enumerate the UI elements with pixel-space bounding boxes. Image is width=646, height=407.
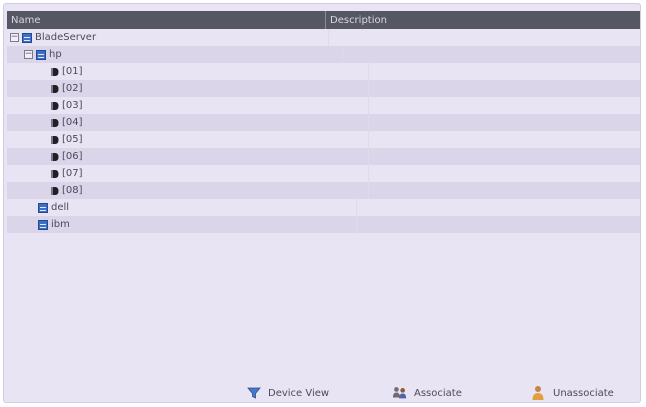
- tree-row[interactable]: ibm: [7, 216, 640, 233]
- collapse-toggle-icon[interactable]: −: [24, 50, 33, 59]
- collapse-toggle-icon[interactable]: −: [10, 33, 19, 42]
- tree-row[interactable]: [05]: [7, 131, 640, 148]
- blade-slot-icon: [50, 118, 59, 128]
- description-cell: [368, 80, 640, 97]
- tree-row[interactable]: [03]: [7, 97, 640, 114]
- blade-label: [01]: [62, 66, 83, 77]
- name-cell: ibm: [7, 219, 356, 230]
- tree-row[interactable]: [07]: [7, 165, 640, 182]
- blade-label: [03]: [62, 100, 83, 111]
- description-cell: [368, 97, 640, 114]
- description-cell: [328, 29, 640, 46]
- blade-label: [06]: [62, 151, 83, 162]
- tree-row[interactable]: dell: [7, 199, 640, 216]
- tree-row[interactable]: [02]: [7, 80, 640, 97]
- blade-slot-icon: [50, 135, 59, 145]
- server-group-icon: [38, 202, 48, 213]
- group-label: ibm: [51, 219, 70, 230]
- user-icon: [531, 385, 547, 401]
- server-group-icon: [22, 32, 32, 43]
- device-view-button[interactable]: Device View: [246, 383, 329, 403]
- description-cell: [368, 182, 640, 199]
- name-cell: − hp: [7, 49, 342, 60]
- name-cell: [03]: [7, 100, 368, 111]
- column-header-description[interactable]: Description: [325, 11, 640, 29]
- blade-label: [04]: [62, 117, 83, 128]
- description-cell: [342, 46, 640, 63]
- device-view-label: Device View: [268, 387, 330, 399]
- blade-label: [07]: [62, 168, 83, 179]
- tree-row[interactable]: − BladeServer: [7, 29, 640, 46]
- unassociate-label: Unassociate: [553, 387, 614, 399]
- name-cell: dell: [7, 202, 356, 213]
- column-header-name[interactable]: Name: [7, 15, 325, 26]
- device-tree-grid: Name Description − BladeServer − hp [01] [02]…: [7, 11, 640, 233]
- group-label: hp: [49, 49, 62, 60]
- action-toolbar: Device View Associate Unassociate: [0, 383, 646, 405]
- blade-slot-icon: [50, 186, 59, 196]
- blade-label: [05]: [62, 134, 83, 145]
- tree-row[interactable]: − hp: [7, 46, 640, 63]
- tree-row[interactable]: [08]: [7, 182, 640, 199]
- blade-label: [08]: [62, 185, 83, 196]
- tree-row[interactable]: [04]: [7, 114, 640, 131]
- group-label: dell: [51, 202, 70, 213]
- name-cell: [08]: [7, 185, 368, 196]
- description-cell: [368, 148, 640, 165]
- grid-body: − BladeServer − hp [01] [02] [03] [04] [05] [06][…: [7, 29, 640, 233]
- blade-slot-icon: [50, 101, 59, 111]
- unassociate-button[interactable]: Unassociate: [531, 383, 614, 403]
- name-cell: [02]: [7, 83, 368, 94]
- description-cell: [356, 216, 640, 233]
- name-cell: [05]: [7, 134, 368, 145]
- name-cell: [07]: [7, 168, 368, 179]
- blade-slot-icon: [50, 169, 59, 179]
- description-cell: [368, 131, 640, 148]
- tree-row[interactable]: [01]: [7, 63, 640, 80]
- blade-slot-icon: [50, 84, 59, 94]
- blade-label: [02]: [62, 83, 83, 94]
- description-cell: [368, 63, 640, 80]
- grid-header: Name Description: [7, 11, 640, 29]
- description-cell: [356, 199, 640, 216]
- description-cell: [368, 114, 640, 131]
- users-link-icon: [392, 385, 408, 401]
- server-group-icon: [36, 49, 46, 60]
- name-cell: [01]: [7, 66, 368, 77]
- associate-button[interactable]: Associate: [392, 383, 462, 403]
- name-cell: [06]: [7, 151, 368, 162]
- tree-row[interactable]: [06]: [7, 148, 640, 165]
- associate-label: Associate: [414, 387, 462, 399]
- server-group-icon: [38, 219, 48, 230]
- blade-slot-icon: [50, 152, 59, 162]
- group-label: BladeServer: [35, 32, 97, 43]
- name-cell: [04]: [7, 117, 368, 128]
- filter-icon: [246, 385, 262, 401]
- blade-slot-icon: [50, 67, 59, 77]
- description-cell: [368, 165, 640, 182]
- name-cell: − BladeServer: [7, 32, 328, 43]
